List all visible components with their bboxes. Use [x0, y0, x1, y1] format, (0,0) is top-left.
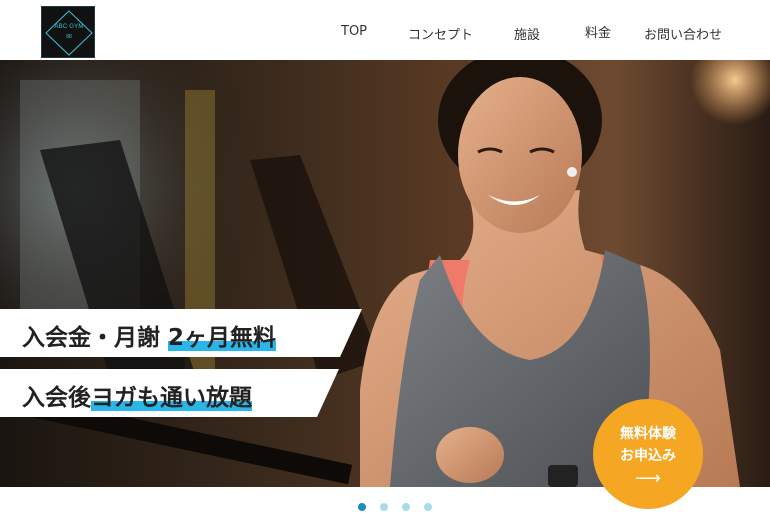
logo-diamond-icon	[45, 10, 93, 56]
logo-text: ABC GYM	[54, 24, 84, 30]
nav-facility[interactable]: 施設	[514, 24, 540, 43]
promo-prefix-1: 入会金・月謝	[22, 325, 169, 351]
promo-text-free-fee: 入会金・月謝 2ヶ月無料	[22, 318, 276, 352]
nav-contact[interactable]: お問い合わせ	[644, 24, 722, 43]
nav-pricing[interactable]: 料金	[585, 22, 611, 41]
cta-line-2: お申込み	[620, 448, 676, 464]
carousel-dot-1[interactable]	[358, 503, 366, 511]
nav-concept[interactable]: コンセプト	[408, 24, 473, 43]
gym-logo[interactable]: ABC GYM 88	[41, 6, 95, 58]
promo-banner-yoga: 入会後ヨガも通い放題	[0, 369, 339, 417]
promo-text-yoga: 入会後ヨガも通い放題	[22, 378, 252, 412]
promo-highlight-2: ヨガも通い放題	[91, 385, 252, 411]
promo-banner-free-fee: 入会金・月謝 2ヶ月無料	[0, 309, 362, 357]
promo-prefix-2: 入会後	[22, 385, 91, 411]
nav-top[interactable]: TOP	[341, 24, 367, 39]
carousel-dot-4[interactable]	[424, 503, 432, 511]
free-trial-button[interactable]: 無料体験 お申込み ⟶	[593, 399, 703, 509]
logo-subtext: 88	[66, 34, 72, 40]
promo-highlight-1: 2ヶ月無料	[168, 325, 277, 351]
arrow-right-icon: ⟶	[635, 468, 661, 489]
site-header: ABC GYM 88 TOP コンセプト 施設 料金 お問い合わせ	[0, 0, 770, 60]
carousel-dot-2[interactable]	[380, 503, 388, 511]
carousel-dot-3[interactable]	[402, 503, 410, 511]
cta-line-1: 無料体験	[620, 426, 676, 442]
